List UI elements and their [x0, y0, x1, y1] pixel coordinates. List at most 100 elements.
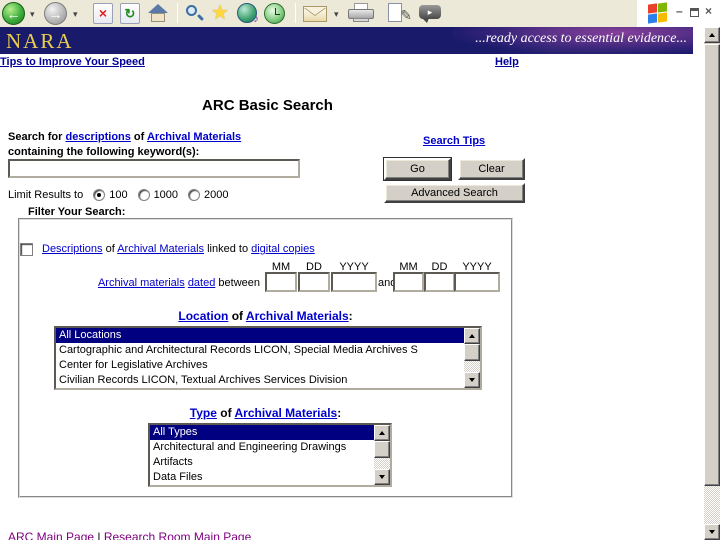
- media-icon[interactable]: ♪: [237, 3, 259, 25]
- search-tips-link[interactable]: Search Tips: [423, 135, 485, 147]
- scroll-down-button[interactable]: [464, 372, 480, 388]
- keyword-input[interactable]: [8, 159, 300, 178]
- research-room-main-page-link[interactable]: Research Room Main Page: [104, 530, 251, 540]
- location-option[interactable]: Center for Legislative Archives: [56, 358, 480, 373]
- close-button[interactable]: ×: [705, 5, 712, 17]
- location-list-heading: Location of Archival Materials:: [20, 309, 511, 323]
- discuss-icon[interactable]: ▸: [419, 5, 441, 23]
- browser-toolbar: ← ▾ → ▾ × ↻ ★ ♪ ▾ ✎ ▸ – ×: [0, 0, 720, 27]
- archival-materials-link[interactable]: Archival Materials: [147, 131, 241, 143]
- back-dropdown-icon[interactable]: ▾: [30, 9, 35, 20]
- type-option-selected[interactable]: All Types: [150, 425, 390, 440]
- type-listbox: All Types Architectural and Engineering …: [148, 423, 392, 487]
- home-icon[interactable]: [147, 4, 169, 23]
- digital-copies-checkbox[interactable]: [20, 243, 33, 256]
- digital-row-text: of: [102, 243, 118, 255]
- forward-icon[interactable]: →: [44, 2, 67, 25]
- to-day-input[interactable]: [424, 272, 455, 292]
- dated-between-text: Archival materials dated between: [97, 277, 260, 289]
- page-scrollbar: [704, 27, 720, 540]
- archival-materials-link[interactable]: Archival Materials: [234, 406, 337, 420]
- type-link[interactable]: Type: [190, 406, 217, 420]
- print-icon[interactable]: [348, 3, 374, 23]
- history-icon[interactable]: [264, 3, 285, 24]
- mail-icon[interactable]: [303, 6, 327, 22]
- scroll-down-button[interactable]: [704, 524, 720, 540]
- limit-2000-radio[interactable]: [188, 189, 201, 201]
- filter-your-search-label: Filter Your Search:: [28, 206, 126, 218]
- scrollbar-track[interactable]: [374, 458, 390, 469]
- location-option-selected[interactable]: All Locations: [56, 328, 480, 343]
- heading-text: of: [228, 309, 246, 323]
- heading-text: of: [216, 406, 235, 420]
- descriptions-link[interactable]: descriptions: [65, 131, 130, 143]
- archival-materials-link[interactable]: Archival Materials: [117, 243, 204, 255]
- intro-text: of: [130, 131, 147, 143]
- forward-dropdown-icon[interactable]: ▾: [73, 9, 78, 20]
- limit-100-label: 100: [109, 189, 128, 201]
- minimize-button[interactable]: –: [676, 5, 683, 17]
- intro-line2: containing the following keyword(s):: [8, 146, 200, 158]
- dated-link[interactable]: dated: [188, 277, 216, 289]
- type-option[interactable]: Artifacts: [150, 455, 390, 470]
- refresh-icon[interactable]: ↻: [120, 3, 140, 24]
- to-year-input[interactable]: [454, 272, 500, 292]
- limit-1000-radio[interactable]: [137, 189, 150, 201]
- location-option[interactable]: Civilian Records LICON, Textual Archives…: [56, 373, 480, 388]
- filter-fieldset: Descriptions of Archival Materials linke…: [18, 218, 513, 498]
- scrollbar-thumb[interactable]: [464, 344, 480, 361]
- from-year-input[interactable]: [331, 272, 377, 292]
- limit-2000-label: 2000: [204, 189, 229, 201]
- scrollbar-track[interactable]: [704, 486, 720, 524]
- to-month-input[interactable]: [393, 272, 424, 292]
- favorites-icon[interactable]: ★: [211, 3, 229, 23]
- nara-masthead: NARA ...ready access to essential eviden…: [0, 27, 693, 54]
- go-button[interactable]: Go: [384, 158, 451, 180]
- location-scrollbar: [464, 328, 480, 388]
- archival-materials-link[interactable]: Archival materials: [98, 277, 185, 289]
- heading-colon: :: [348, 309, 353, 323]
- type-list-heading: Type of Archival Materials:: [20, 406, 511, 420]
- restore-button[interactable]: [690, 7, 699, 19]
- mail-dropdown-icon[interactable]: ▾: [334, 9, 339, 20]
- scrollbar-thumb[interactable]: [374, 441, 390, 458]
- search-intro: Search for descriptions of Archival Mate…: [8, 130, 241, 160]
- location-listbox: All Locations Cartographic and Architect…: [54, 326, 482, 390]
- back-icon[interactable]: ←: [2, 2, 25, 25]
- scroll-up-button[interactable]: [374, 425, 390, 441]
- limit-1000-label: 1000: [153, 189, 179, 201]
- stop-icon[interactable]: ×: [93, 3, 113, 24]
- type-option[interactable]: Architectural and Engineering Drawings: [150, 440, 390, 455]
- archival-materials-link[interactable]: Archival Materials: [246, 309, 349, 323]
- edit-icon[interactable]: ✎: [388, 3, 412, 24]
- location-link[interactable]: Location: [178, 309, 228, 323]
- scrollbar-track[interactable]: [464, 361, 480, 372]
- digital-copies-row: Descriptions of Archival Materials linke…: [20, 243, 315, 256]
- location-option[interactable]: Cartographic and Architectural Records L…: [56, 343, 480, 358]
- scrollbar-thumb[interactable]: [704, 44, 720, 486]
- footer-separator: |: [94, 530, 104, 540]
- limit-results-row: Limit Results to 100 1000 2000: [8, 189, 229, 201]
- descriptions-link[interactable]: Descriptions: [42, 243, 103, 255]
- digital-row-text: linked to: [204, 243, 252, 255]
- nara-logo: NARA: [6, 29, 74, 53]
- advanced-search-button[interactable]: Advanced Search: [384, 183, 525, 203]
- from-day-input[interactable]: [298, 272, 330, 292]
- masthead-tagline: ...ready access to essential evidence...: [475, 31, 687, 46]
- window-controls: – ×: [637, 0, 720, 27]
- arc-main-page-link[interactable]: ARC Main Page: [8, 530, 94, 540]
- tips-to-improve-speed-link[interactable]: Tips to Improve Your Speed: [0, 56, 145, 68]
- scroll-down-button[interactable]: [374, 469, 390, 485]
- footer-links: ARC Main Page | Research Room Main Page: [8, 530, 251, 540]
- between-text: between: [215, 277, 260, 289]
- from-month-input[interactable]: [265, 272, 297, 292]
- search-icon[interactable]: [185, 4, 205, 24]
- digital-copies-link[interactable]: digital copies: [251, 243, 315, 255]
- scroll-up-button[interactable]: [464, 328, 480, 344]
- help-link[interactable]: Help: [495, 56, 519, 68]
- clear-button[interactable]: Clear: [458, 158, 525, 180]
- limit-100-radio[interactable]: [93, 189, 106, 201]
- scroll-up-button[interactable]: [704, 27, 720, 43]
- type-option[interactable]: Data Files: [150, 470, 390, 485]
- page-title: ARC Basic Search: [202, 97, 333, 114]
